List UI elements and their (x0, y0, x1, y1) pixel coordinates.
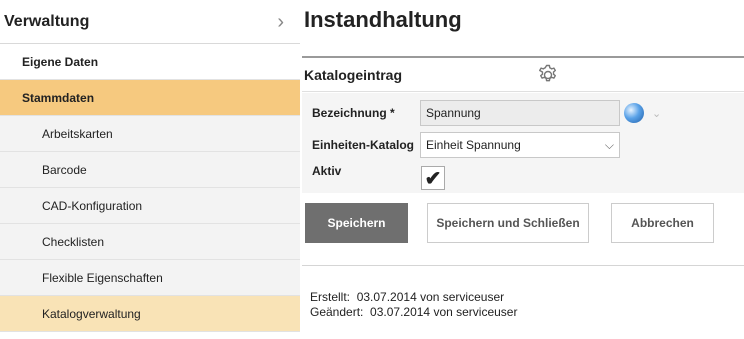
chevron-right-icon[interactable]: › (277, 12, 284, 32)
row-einheiten: Einheiten-Katalog Einheit Spannung ⌵ (302, 132, 744, 158)
save-and-close-button[interactable]: Speichern und Schließen (427, 203, 589, 243)
save-button[interactable]: Speichern (305, 203, 408, 243)
bezeichnung-input[interactable]: Spannung (420, 100, 620, 126)
einheiten-label: Einheiten-Katalog (312, 138, 415, 152)
sidebar-item-label: Arbeitskarten (42, 126, 113, 141)
changed-value: 03.07.2014 von serviceuser (370, 305, 518, 319)
button-bar: Speichern Speichern und Schließen Abbrec… (302, 203, 744, 245)
aktiv-checkbox[interactable]: ✔ (421, 166, 445, 190)
bezeichnung-label: Bezeichnung * (312, 106, 395, 120)
sidebar-item-label: Flexible Eigenschaften (42, 270, 163, 285)
row-bezeichnung: Bezeichnung * Spannung ⌄ (302, 100, 744, 126)
row-aktiv: Aktiv ✔ (302, 164, 744, 191)
chevron-down-icon: ⌵ (604, 137, 614, 152)
changed-label: Geändert: (310, 305, 364, 319)
gear-icon[interactable] (536, 63, 560, 87)
sidebar-item-cad-konfiguration[interactable]: CAD-Konfiguration (0, 188, 300, 224)
panel-title: Katalogeintrag (304, 66, 403, 83)
created-label: Erstellt: (310, 290, 351, 304)
sidebar-header[interactable]: Verwaltung › (0, 0, 300, 44)
created-value: 03.07.2014 von serviceuser (356, 290, 505, 304)
chevron-down-icon[interactable]: ⌄ (652, 107, 661, 120)
aktiv-label: Aktiv (312, 164, 342, 178)
sidebar-item-label: Katalogverwaltung (42, 306, 141, 321)
sidebar-item-label: Stammdaten (22, 90, 95, 105)
globe-icon[interactable] (624, 103, 644, 123)
sidebar-item-label: Barcode (42, 162, 87, 177)
sidebar-item-label: Checklisten (42, 234, 105, 249)
sidebar: Verwaltung › Eigene Daten Stammdaten Arb… (0, 0, 300, 339)
page-title: Instandhaltung (304, 7, 462, 32)
main-content: Instandhaltung Katalogeintrag Bezeichnun… (302, 0, 744, 339)
sidebar-item-arbeitskarten[interactable]: Arbeitskarten (0, 116, 300, 152)
sidebar-item-label: Eigene Daten (22, 54, 99, 69)
einheiten-select[interactable]: Einheit Spannung ⌵ (420, 132, 620, 158)
einheiten-select-value: Einheit Spannung (426, 138, 521, 152)
sidebar-item-barcode[interactable]: Barcode (0, 152, 300, 188)
meta-divider (302, 265, 744, 266)
sidebar-item-stammdaten[interactable]: Stammdaten (0, 80, 300, 116)
sidebar-item-flexible-eigenschaften[interactable]: Flexible Eigenschaften (0, 260, 300, 296)
sidebar-title: Verwaltung (4, 12, 90, 30)
check-icon: ✔ (424, 167, 442, 190)
cancel-button[interactable]: Abbrechen (611, 203, 714, 243)
sidebar-item-eigene-daten[interactable]: Eigene Daten (0, 44, 300, 80)
sidebar-item-katalogverwaltung[interactable]: Katalogverwaltung (0, 296, 300, 332)
panel-header: Katalogeintrag (302, 58, 744, 92)
changed-info: Geändert: 03.07.2014 von serviceuser (310, 305, 517, 319)
sidebar-item-checklisten[interactable]: Checklisten (0, 224, 300, 260)
sidebar-item-label: CAD-Konfiguration (42, 198, 143, 213)
catalog-entry-form: Bezeichnung * Spannung ⌄ Einheiten-Katal… (302, 93, 744, 193)
created-info: Erstellt: 03.07.2014 von serviceuser (310, 290, 504, 304)
